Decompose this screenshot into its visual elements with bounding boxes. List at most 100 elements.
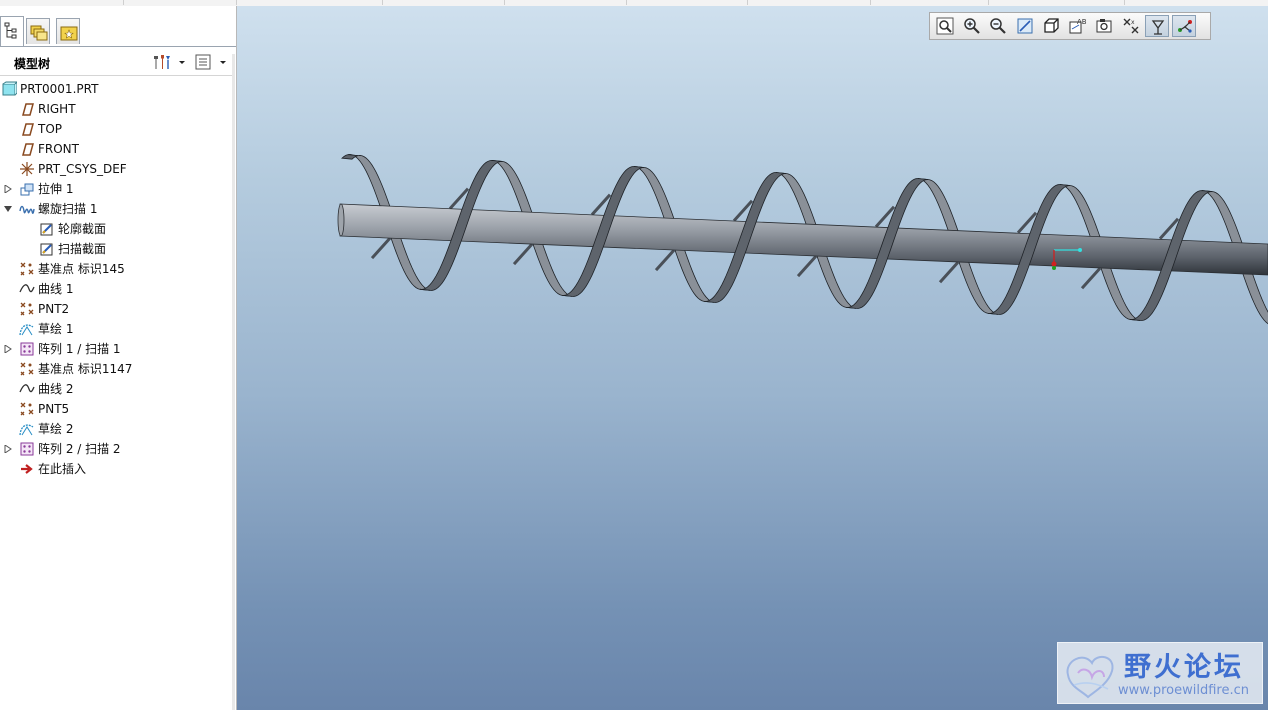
tree-item[interactable]: TOP [0, 119, 232, 139]
support-rib [938, 261, 960, 284]
annotation-display-button[interactable] [1171, 15, 1196, 37]
tree-item[interactable]: 在此插入 [0, 459, 232, 479]
settings-icon [154, 55, 185, 69]
watermark-url: www.proewildfire.cn [1118, 683, 1249, 698]
zoom-out-icon [990, 18, 1006, 34]
navigator-panel: 模型树 PRT0001.PRT RIGHT TOP FRONT PRT_CSYS_DEF… [0, 6, 237, 710]
tree-item-label: PNT2 [38, 302, 70, 316]
datum-point-icon [20, 302, 34, 316]
datum-plane-icon [22, 103, 34, 116]
repaint-button[interactable] [1013, 15, 1037, 37]
insert-here-arrow-icon [21, 464, 33, 474]
tree-item[interactable]: 阵列 2 / 扫描 2 [0, 439, 232, 459]
tree-item[interactable]: PNT2 [0, 299, 232, 319]
extrude-icon [20, 183, 34, 196]
zoom-in-button[interactable] [960, 15, 984, 37]
tree-item-label: 拉伸 1 [38, 182, 74, 196]
zoom-out-button[interactable] [986, 15, 1010, 37]
favorites-tab[interactable] [56, 18, 80, 44]
folders-icon [30, 25, 48, 41]
watermark-title: 野火论坛 [1124, 652, 1244, 683]
view-manager-button[interactable] [1092, 15, 1116, 37]
collapsed-arrow-icon[interactable] [4, 445, 12, 453]
show-icon [195, 54, 226, 70]
tree-show-button[interactable] [195, 53, 231, 71]
tree-item-label: PRT_CSYS_DEF [38, 162, 127, 176]
support-rib [370, 237, 392, 260]
tree-settings-button[interactable] [151, 53, 187, 71]
saved-views-button[interactable]: AB [1066, 15, 1090, 37]
tree-item[interactable]: 扫描截面 [0, 239, 232, 259]
tree-item[interactable]: 螺旋扫描 1 [0, 199, 232, 219]
model-tree-tab[interactable] [0, 16, 24, 46]
tree-item[interactable]: PRT0001.PRT [0, 79, 232, 99]
display-style-icon [1044, 18, 1059, 33]
helical-sweep-icon [19, 205, 35, 214]
tree-item[interactable]: 基准点 标识1147 [0, 359, 232, 379]
tree-item[interactable]: FRONT [0, 139, 232, 159]
helical-flight [341, 154, 359, 160]
tree-item-label: 草绘 1 [38, 322, 74, 336]
tree-item-label: 阵列 1 / 扫描 1 [38, 342, 121, 356]
tree-item-label: 曲线 2 [38, 382, 74, 396]
support-rib [654, 249, 676, 272]
tree-item-label: PNT5 [38, 402, 70, 416]
datum-filter-icon: x [1123, 18, 1138, 34]
tree-item-label: 曲线 1 [38, 282, 74, 296]
tree-item[interactable]: 草绘 1 [0, 319, 232, 339]
support-rib [512, 243, 534, 266]
tree-item[interactable]: 阵列 1 / 扫描 1 [0, 339, 232, 359]
tree-item-label: TOP [38, 122, 63, 136]
saved-views-icon: AB [1069, 18, 1086, 34]
datum-display-filter-button[interactable]: x [1119, 15, 1143, 37]
watermark-logo [1066, 655, 1114, 699]
tree-item[interactable]: PRT_CSYS_DEF [0, 159, 232, 179]
sketch-icon [19, 324, 34, 336]
spin-center-button[interactable] [1145, 15, 1169, 37]
tree-item-label: FRONT [38, 142, 79, 156]
folder-browser-tab[interactable] [26, 18, 50, 44]
tree-item[interactable]: 曲线 1 [0, 279, 232, 299]
panel-scrollbar[interactable] [232, 54, 235, 710]
support-rib [1080, 267, 1102, 290]
tree-item-label: 草绘 2 [38, 422, 74, 436]
sketch-icon [19, 424, 34, 436]
tree-item[interactable]: 基准点 标识145 [0, 259, 232, 279]
tree-item[interactable]: 曲线 2 [0, 379, 232, 399]
tree-item[interactable]: 拉伸 1 [0, 179, 232, 199]
helical-screw-model[interactable] [237, 6, 1268, 710]
datum-plane-icon [22, 143, 34, 156]
datum-plane-icon [22, 123, 34, 136]
curve-icon [19, 284, 35, 293]
coordinate-system-icon [20, 162, 34, 176]
view-toolbar: AB x [929, 12, 1211, 40]
tree-item[interactable]: 草绘 2 [0, 419, 232, 439]
spin-center-icon [1151, 20, 1165, 35]
tree-item-label: 螺旋扫描 1 [38, 202, 98, 216]
pattern-icon [20, 342, 34, 356]
tree-item-label: 阵列 2 / 扫描 2 [38, 442, 121, 456]
tree-icon [4, 22, 17, 39]
tree-item-label: 轮廓截面 [58, 222, 107, 236]
graphics-viewport[interactable] [237, 6, 1268, 710]
expanded-arrow-icon[interactable] [4, 205, 12, 213]
sketch-section-icon [40, 243, 53, 256]
tree-item[interactable]: RIGHT [0, 99, 232, 119]
repaint-icon [1017, 18, 1032, 34]
tree-item-label: RIGHT [38, 102, 76, 116]
navigator-tabs [0, 6, 236, 48]
favorites-icon [60, 26, 78, 41]
support-rib [796, 255, 818, 278]
display-style-button[interactable] [1039, 15, 1063, 37]
svg-text:x: x [1131, 19, 1135, 26]
refit-button[interactable] [933, 15, 957, 37]
collapsed-arrow-icon[interactable] [4, 345, 12, 353]
pattern-icon [20, 442, 34, 456]
tree-item[interactable]: 轮廓截面 [0, 219, 232, 239]
sketch-section-icon [40, 223, 53, 236]
tree-item-label: 扫描截面 [58, 242, 107, 256]
watermark: 野火论坛 www.proewildfire.cn [1057, 642, 1263, 704]
view-manager-icon [1096, 19, 1112, 33]
tree-item[interactable]: PNT5 [0, 399, 232, 419]
collapsed-arrow-icon[interactable] [4, 185, 12, 193]
